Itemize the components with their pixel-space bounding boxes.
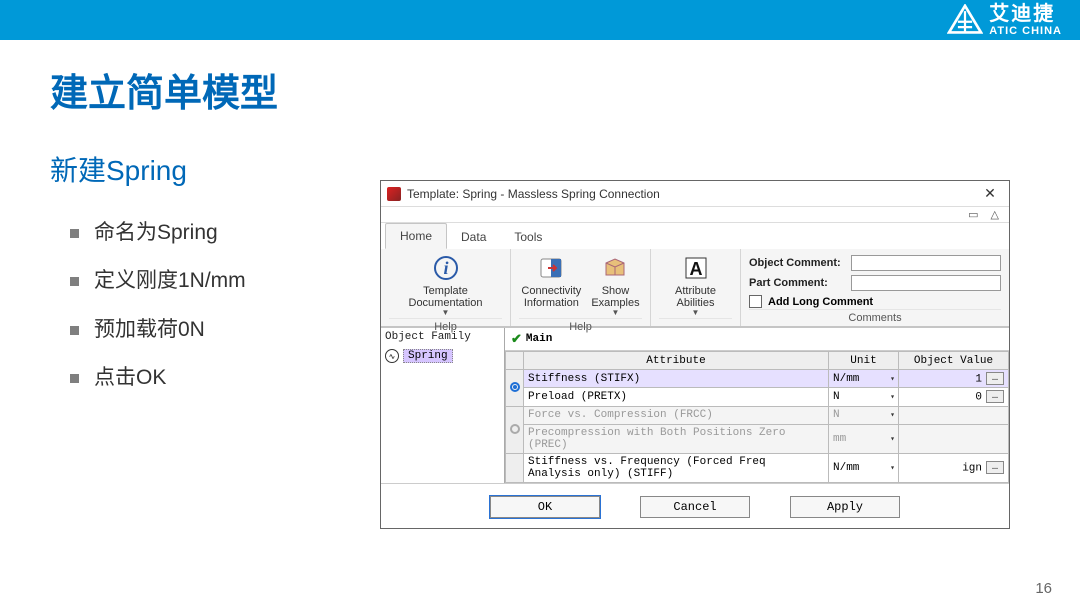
maximize-icon[interactable]: ▭ xyxy=(968,208,978,221)
table-row: Stiffness vs. Frequency (Forced Freq Ana… xyxy=(506,453,1009,482)
page-number: 16 xyxy=(1035,580,1052,597)
collapse-ribbon-icon[interactable]: △ xyxy=(991,208,999,221)
col-unit[interactable]: Unit xyxy=(829,352,899,370)
spring-icon: ∿ xyxy=(385,349,399,363)
brand-logo: 艾迪捷 ATIC CHINA xyxy=(947,4,1062,37)
attr-cell: Precompression with Both Positions Zero … xyxy=(524,424,829,453)
brand-logo-icon xyxy=(947,4,983,36)
row-header-col xyxy=(506,352,524,370)
more-button[interactable]: … xyxy=(986,390,1004,403)
add-long-comment-checkbox[interactable] xyxy=(749,295,762,308)
check-icon: ✔ xyxy=(511,331,522,347)
table-row: Preload (PRETX) N▾ 0… xyxy=(506,388,1009,406)
more-button[interactable]: … xyxy=(986,372,1004,385)
chevron-down-icon: ▼ xyxy=(692,309,700,318)
chevron-down-icon: ▼ xyxy=(442,309,450,318)
value-cell[interactable]: 0… xyxy=(899,388,1009,406)
brand-name-en: ATIC CHINA xyxy=(989,26,1062,37)
show-examples-button[interactable]: Show Examples ▼ xyxy=(591,253,639,318)
row-radio[interactable] xyxy=(510,382,520,392)
chevron-down-icon: ▾ xyxy=(890,410,895,420)
attr-cell[interactable]: Preload (PRETX) xyxy=(524,388,829,406)
tree-item-spring[interactable]: ∿ Spring xyxy=(383,348,502,364)
chevron-down-icon: ▾ xyxy=(890,434,895,444)
close-icon[interactable]: ✕ xyxy=(977,185,1003,202)
brand-name-cn: 艾迪捷 xyxy=(989,4,1055,24)
unit-cell: N▾ xyxy=(829,406,899,424)
dialog-title: Template: Spring - Massless Spring Conne… xyxy=(407,187,660,201)
object-comment-input[interactable] xyxy=(851,255,1001,271)
value-cell xyxy=(899,424,1009,453)
chevron-down-icon: ▾ xyxy=(890,392,895,402)
svg-text:i: i xyxy=(443,258,448,278)
part-comment-input[interactable] xyxy=(851,275,1001,291)
tab-data[interactable]: Data xyxy=(447,225,500,249)
comments-group: Object Comment: Part Comment: Add Long C… xyxy=(741,249,1009,326)
btn-label: Show Examples xyxy=(591,285,639,309)
attr-cell: Force vs. Compression (FRCC) xyxy=(524,406,829,424)
table-row: Stiffness (STIFX) N/mm▾ 1… xyxy=(506,370,1009,388)
attr-cell[interactable]: Stiffness (STIFX) xyxy=(524,370,829,388)
btn-label: Connectivity Information xyxy=(521,285,581,309)
apply-button[interactable]: Apply xyxy=(790,496,900,518)
col-attribute[interactable]: Attribute xyxy=(524,352,829,370)
object-tree: Object Family ∿ Spring xyxy=(381,328,505,483)
unit-cell[interactable]: N/mm▾ xyxy=(829,453,899,482)
chevron-down-icon: ▼ xyxy=(612,309,620,318)
window-controls: ▭ △ xyxy=(381,207,1009,223)
unit-cell: mm▾ xyxy=(829,424,899,453)
more-button[interactable]: … xyxy=(986,461,1004,474)
template-documentation-button[interactable]: i Template Documentation ▼ xyxy=(389,253,502,318)
attr-cell[interactable]: Stiffness vs. Frequency (Forced Freq Ana… xyxy=(524,453,829,482)
table-row: Force vs. Compression (FRCC) N▾ xyxy=(506,406,1009,424)
object-comment-label: Object Comment: xyxy=(749,257,845,269)
template-dialog: Template: Spring - Massless Spring Conne… xyxy=(380,180,1010,529)
tree-header: Object Family xyxy=(383,330,502,344)
ribbon-tabs: Home Data Tools xyxy=(381,223,1009,249)
tab-tools[interactable]: Tools xyxy=(500,225,556,249)
svg-text:A: A xyxy=(689,259,702,279)
unit-cell[interactable]: N▾ xyxy=(829,388,899,406)
ok-button[interactable]: OK xyxy=(490,496,600,518)
add-long-comment-label: Add Long Comment xyxy=(768,296,873,308)
ribbon-group-label: Comments xyxy=(749,309,1001,324)
col-value[interactable]: Object Value xyxy=(899,352,1009,370)
value-cell[interactable]: 1… xyxy=(899,370,1009,388)
slide-title: 建立简单模型 xyxy=(50,62,1080,117)
table-row: Precompression with Both Positions Zero … xyxy=(506,424,1009,453)
connectivity-icon xyxy=(536,253,566,283)
chevron-down-icon: ▾ xyxy=(890,463,895,473)
connectivity-info-button[interactable]: Connectivity Information xyxy=(521,253,581,309)
unit-cell[interactable]: N/mm▾ xyxy=(829,370,899,388)
attribute-abilities-button[interactable]: A Attribute Abilities ▼ xyxy=(659,253,732,318)
attribute-grid: Attribute Unit Object Value Stiffness (S… xyxy=(505,351,1009,483)
brand-banner: 艾迪捷 ATIC CHINA xyxy=(0,0,1080,40)
tab-home[interactable]: Home xyxy=(385,223,447,249)
row-radio[interactable] xyxy=(510,424,520,434)
part-comment-label: Part Comment: xyxy=(749,277,845,289)
app-icon xyxy=(387,187,401,201)
value-cell[interactable]: ign… xyxy=(899,453,1009,482)
attribute-icon: A xyxy=(681,253,711,283)
cancel-button[interactable]: Cancel xyxy=(640,496,750,518)
value-cell xyxy=(899,406,1009,424)
dialog-button-bar: OK Cancel Apply xyxy=(381,483,1009,528)
info-icon: i xyxy=(431,253,461,283)
chevron-down-icon: ▾ xyxy=(890,374,895,384)
dialog-titlebar[interactable]: Template: Spring - Massless Spring Conne… xyxy=(381,181,1009,207)
examples-icon xyxy=(600,253,630,283)
main-tab[interactable]: ✔ Main xyxy=(505,328,1009,351)
ribbon-body: i Template Documentation ▼ Help Connecti… xyxy=(381,249,1009,327)
